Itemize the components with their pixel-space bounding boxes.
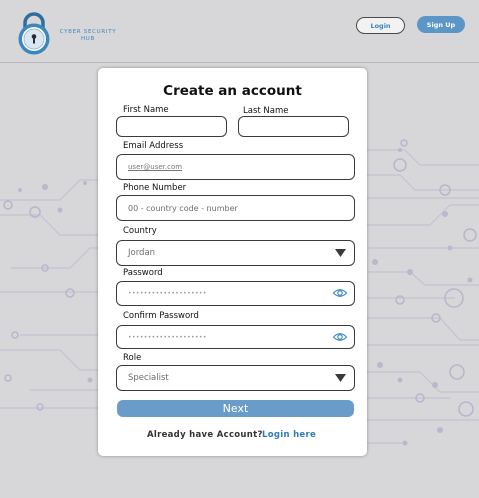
first-name-field[interactable] bbox=[116, 116, 227, 137]
login-button[interactable]: Login bbox=[356, 17, 405, 34]
last-name-label: Last Name bbox=[243, 106, 289, 116]
email-label: Email Address bbox=[123, 141, 184, 151]
sign-up-button[interactable]: Sign Up bbox=[417, 16, 465, 33]
create-account-card: Create an account First Name Last Name E… bbox=[98, 68, 367, 456]
last-name-field[interactable] bbox=[238, 116, 349, 137]
next-button[interactable]: Next bbox=[117, 400, 354, 417]
padlock-logo-icon bbox=[18, 12, 50, 55]
email-field[interactable]: user@user.com bbox=[116, 154, 355, 180]
dropdown-arrow-icon bbox=[335, 374, 346, 382]
phone-field[interactable]: 00 - country code - number bbox=[116, 195, 355, 221]
password-field[interactable]: •••••••••••••••••••• bbox=[116, 281, 355, 306]
country-select[interactable]: Jordan bbox=[116, 240, 355, 266]
confirm-password-label: Confirm Password bbox=[123, 311, 199, 321]
country-value: Jordan bbox=[128, 248, 156, 258]
show-password-eye-icon[interactable] bbox=[333, 288, 347, 298]
country-label: Country bbox=[123, 226, 157, 236]
already-have-account-text: Already have Account? bbox=[147, 430, 263, 440]
phone-label: Phone Number bbox=[123, 183, 187, 193]
confirm-password-value: •••••••••••••••••••• bbox=[128, 333, 207, 341]
password-value: •••••••••••••••••••• bbox=[128, 290, 207, 297]
dropdown-arrow-icon bbox=[335, 249, 346, 257]
role-label: Role bbox=[123, 353, 142, 363]
confirm-password-field[interactable]: •••••••••••••••••••• bbox=[116, 325, 355, 349]
role-select[interactable]: Specialist bbox=[116, 365, 355, 391]
login-here-link[interactable]: Login here bbox=[262, 430, 316, 440]
first-name-label: First Name bbox=[123, 105, 169, 115]
brand-name: CYBER SECURITY HUB bbox=[59, 29, 117, 42]
top-header: CYBER SECURITY HUB Login Sign Up bbox=[0, 0, 479, 63]
password-label: Password bbox=[123, 268, 163, 278]
show-confirm-password-eye-icon[interactable] bbox=[333, 332, 347, 342]
form-title: Create an account bbox=[163, 83, 302, 99]
role-value: Specialist bbox=[128, 373, 169, 383]
